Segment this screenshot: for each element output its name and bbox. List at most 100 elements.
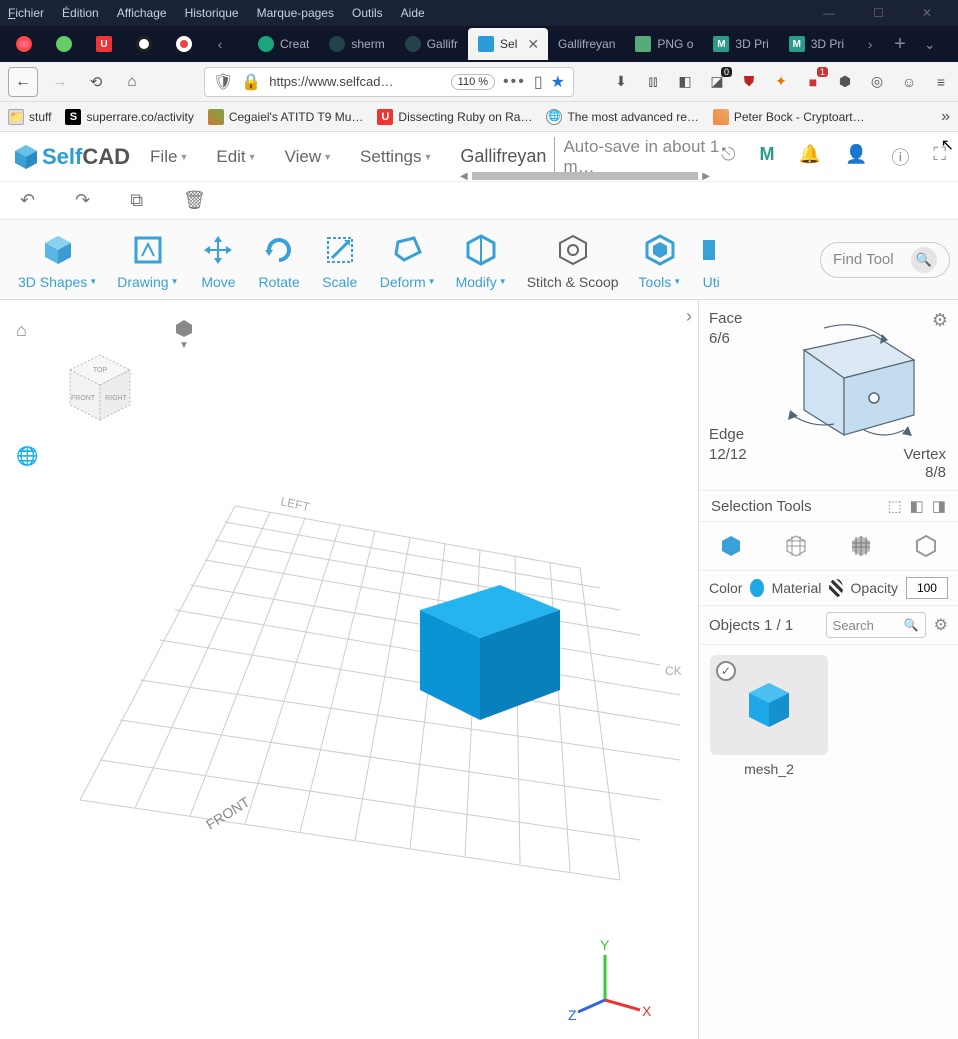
menu-file[interactable]: File▼ xyxy=(150,147,188,167)
shield-icon[interactable]: 🛡 xyxy=(213,72,233,92)
tool-stitch-scoop[interactable]: Stitch & Scoop xyxy=(517,230,629,290)
tool-3d-shapes[interactable]: 3D Shapes▼ xyxy=(8,230,107,290)
objects-settings-icon[interactable]: ⚙ xyxy=(934,615,948,635)
menu-edit[interactable]: Edit▼ xyxy=(216,147,256,167)
sel-tool-2[interactable]: ◧ xyxy=(910,497,924,515)
bookmarks-overflow[interactable]: » xyxy=(941,108,950,126)
ublock-icon[interactable]: ⛊ xyxy=(740,73,758,91)
bookmark-peterbock[interactable]: Peter Bock - Cryptoart… xyxy=(713,109,865,125)
3d-viewport[interactable]: ⌂ ▼ TOP FRONT RIGHT 🌐 › xyxy=(0,300,698,1039)
sidebar-icon[interactable]: ◧ xyxy=(676,73,694,91)
copy-button[interactable]: ⧉ xyxy=(130,190,143,211)
opacity-input[interactable] xyxy=(906,577,948,599)
ext-icon-2[interactable]: ✦ xyxy=(772,73,790,91)
mode-dense[interactable] xyxy=(847,532,875,560)
info-icon[interactable]: ⓘ xyxy=(891,144,909,170)
material-swatch[interactable] xyxy=(829,579,842,597)
reload-button[interactable]: ⟲ xyxy=(82,68,110,96)
delete-button[interactable]: 🗑 xyxy=(183,190,206,211)
object-item-mesh2[interactable]: ✓ mesh_2 xyxy=(709,655,829,777)
sel-tool-1[interactable]: ⬚ xyxy=(887,497,901,515)
bell-icon[interactable]: 🔔 xyxy=(799,144,821,170)
forward-button[interactable]: → xyxy=(46,68,74,96)
share-icon[interactable]: ⎋ xyxy=(721,144,735,170)
os-menu-file[interactable]: FFichierichier xyxy=(8,6,44,20)
page-actions-icon[interactable]: ••• xyxy=(503,73,526,91)
tool-modify[interactable]: Modify▼ xyxy=(446,230,517,290)
redo-button[interactable]: ↷ xyxy=(75,190,90,211)
pinned-tab-5[interactable] xyxy=(164,28,204,60)
tab-scroll-left[interactable]: ‹ xyxy=(204,36,236,52)
pinned-tab-1[interactable] xyxy=(4,28,44,60)
pinned-tab-4[interactable] xyxy=(124,28,164,60)
project-name[interactable]: Gallifreyan xyxy=(460,146,546,167)
tool-move[interactable]: Move xyxy=(188,230,248,290)
tool-scale[interactable]: Scale xyxy=(310,230,370,290)
menu-settings[interactable]: Settings▼ xyxy=(360,147,432,167)
account-icon[interactable]: ☺ xyxy=(900,73,918,91)
tab-sherm[interactable]: sherm xyxy=(319,28,394,60)
back-button[interactable]: ← xyxy=(8,67,38,97)
pinned-tab-2[interactable] xyxy=(44,28,84,60)
sel-tool-3[interactable]: ◨ xyxy=(932,497,946,515)
ext-icon-1[interactable]: ◪0 xyxy=(708,73,726,91)
scene-cube[interactable] xyxy=(420,585,560,720)
tab-3dpri-2[interactable]: M3D Pri xyxy=(779,28,854,60)
tool-deform[interactable]: Deform▼ xyxy=(370,230,446,290)
ext-icon-3[interactable]: ■1 xyxy=(804,73,822,91)
object-check-icon[interactable]: ✓ xyxy=(716,661,736,681)
tool-uti[interactable]: Uti xyxy=(691,230,731,290)
color-swatch[interactable] xyxy=(750,579,763,597)
m-icon[interactable]: M xyxy=(760,144,775,170)
tab-gallifr[interactable]: Gallifr xyxy=(395,28,468,60)
bookmark-ruby[interactable]: UDissecting Ruby on Ra… xyxy=(377,109,532,125)
bookmark-cegaiel[interactable]: Cegaiel's ATITD T9 Mu… xyxy=(208,109,364,125)
ext-icon-5[interactable]: ◎ xyxy=(868,73,886,91)
objects-search[interactable]: Search🔍 xyxy=(826,612,926,638)
mode-wire[interactable] xyxy=(782,532,810,560)
tab-creat[interactable]: Creat xyxy=(248,28,319,60)
new-tab-button[interactable]: + xyxy=(886,33,914,56)
home-button[interactable]: ⌂ xyxy=(118,68,146,96)
library-icon[interactable]: ⫾⫾ xyxy=(644,73,662,91)
os-menu-history[interactable]: Historique xyxy=(185,6,239,20)
timeline-slider[interactable]: ◀▶ xyxy=(460,172,710,180)
tool-tools[interactable]: Tools▼ xyxy=(629,230,692,290)
os-menu-bookmarks[interactable]: Marque-pages xyxy=(257,6,334,20)
address-bar[interactable]: 🛡 🔒 https://www.selfcad… 110 % ••• ▯ ★ xyxy=(204,67,574,97)
mode-outline[interactable] xyxy=(912,532,940,560)
bookmark-star-icon[interactable]: ★ xyxy=(551,72,565,92)
user-icon[interactable]: 👤 xyxy=(845,144,867,170)
ext-icon-4[interactable]: ⬢ xyxy=(836,73,854,91)
minimize-icon[interactable]: — xyxy=(823,6,835,20)
mode-solid[interactable] xyxy=(717,532,745,560)
tab-3dpri-1[interactable]: M3D Pri xyxy=(703,28,778,60)
undo-button[interactable]: ↶ xyxy=(20,190,35,211)
tool-rotate[interactable]: Rotate xyxy=(248,230,309,290)
tab-scroll-right[interactable]: › xyxy=(854,36,886,52)
lock-icon[interactable]: 🔒 xyxy=(241,72,261,92)
bookmark-stuff[interactable]: 📁stuff xyxy=(8,109,51,125)
find-tool-search[interactable]: Find Tool 🔍 xyxy=(820,242,950,278)
maximize-icon[interactable]: ☐ xyxy=(873,6,884,20)
axes-gizmo[interactable]: Y X Z xyxy=(568,937,652,1023)
menu-view[interactable]: View▼ xyxy=(285,147,332,167)
menu-icon[interactable]: ≡ xyxy=(932,73,950,91)
fullscreen-icon[interactable]: ⛶ xyxy=(933,144,946,170)
pinned-tab-3[interactable]: U xyxy=(84,28,124,60)
panel-settings-icon[interactable]: ⚙ xyxy=(932,310,948,331)
os-menu-tools[interactable]: Outils xyxy=(352,6,383,20)
tab-gallifreyan[interactable]: Gallifreyan xyxy=(548,28,625,60)
tab-selfcad-active[interactable]: Sel✕ xyxy=(468,28,548,60)
tool-drawing[interactable]: Drawing▼ xyxy=(107,230,188,290)
bookmark-superrare[interactable]: Ssuperrare.co/activity xyxy=(65,109,193,125)
selfcad-logo[interactable]: SelfCAD xyxy=(12,143,130,171)
tab-overflow[interactable]: ⌄ xyxy=(914,36,946,53)
tab-close-icon[interactable]: ✕ xyxy=(527,36,539,53)
os-menu-edit[interactable]: Édition xyxy=(62,6,99,20)
close-icon[interactable]: ✕ xyxy=(922,6,932,20)
os-menu-view[interactable]: Affichage xyxy=(117,6,167,20)
reader-icon[interactable]: ▯ xyxy=(534,72,543,92)
topology-cube[interactable] xyxy=(764,320,924,450)
bookmark-advanced[interactable]: 🌐The most advanced re… xyxy=(546,109,698,125)
